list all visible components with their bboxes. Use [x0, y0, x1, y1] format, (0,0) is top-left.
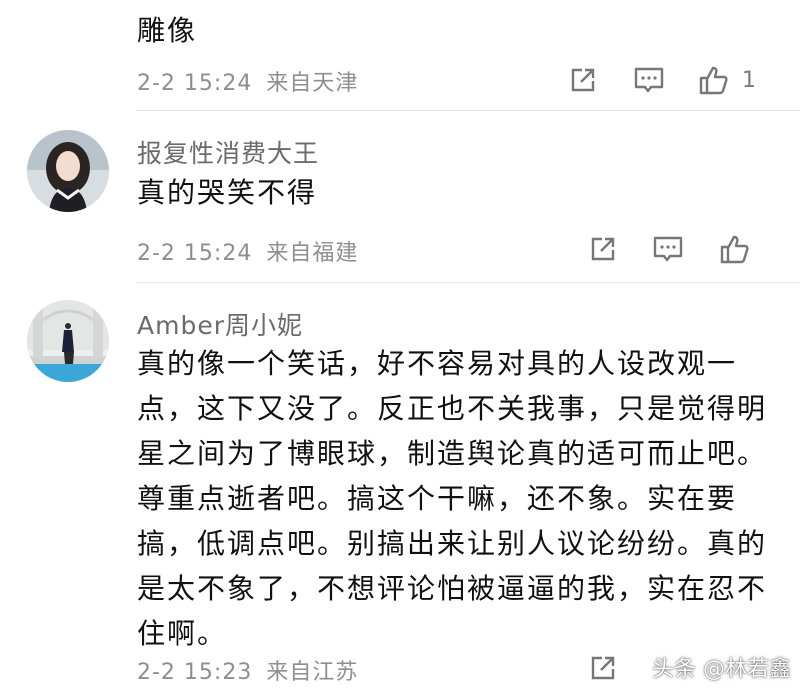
watermark: 头条 @林若鑫 [652, 657, 791, 682]
comment-text-line: 点，这下又没了。反正也不关我事，只是觉得明 [137, 392, 768, 425]
divider [136, 110, 800, 111]
comment-icon[interactable] [650, 231, 686, 267]
avatar[interactable] [27, 130, 109, 212]
comment-time: 2-2 15:24 [137, 241, 253, 266]
comment-icon[interactable] [631, 62, 667, 98]
share-icon[interactable] [565, 62, 601, 98]
comment-text-line: 真的像一个笑话，好不容易对具的人设改观一 [137, 347, 738, 380]
thumbs-up-icon[interactable] [695, 62, 731, 98]
comment-text: 真的像一个笑话，好不容易对具的人设改观一 点，这下又没了。反正也不关我事，只是觉… [137, 341, 767, 656]
comment-list: ▔▔▔▔▔ ▔▔▔▔▔▔▔▔▔ ▔▔▔▔▔▔ 雕像 2-2 15:24 来自天津… [0, 0, 800, 696]
comment-meta: 2-2 15:23 来自江苏 [137, 654, 358, 686]
like-count: 1 [742, 68, 756, 93]
comment-meta: 2-2 15:24 来自福建 [137, 235, 358, 267]
comment-actions [520, 231, 800, 271]
avatar[interactable] [27, 300, 109, 382]
divider [136, 282, 800, 283]
comment-text-line: 是太不象了，不想评论怕被逼逼的我，实在忍不 [137, 572, 768, 605]
comment-text-line: 搞，低调点吧。别搞出来让别人议论纷纷。真的 [137, 527, 768, 560]
comment-meta: 2-2 15:24 来自天津 [137, 65, 358, 97]
comment-text-line: 尊重点逝者吧。搞这个干嘛，还不象。实在要 [137, 482, 738, 515]
comment-text: 雕像 [137, 14, 198, 47]
comment-location: 来自天津 [266, 71, 359, 96]
share-icon[interactable] [585, 231, 621, 267]
comment-location: 来自福建 [266, 241, 359, 266]
comment-actions: 1 [520, 62, 800, 102]
thumbs-up-icon[interactable] [716, 231, 752, 267]
comment-time: 2-2 15:23 [137, 660, 253, 685]
comment-text-line: 星之间为了博眼球，制造舆论真的适可而止吧。 [137, 437, 768, 470]
comment-author[interactable]: 报复性消费大王 [137, 134, 319, 170]
comment-time: 2-2 15:24 [137, 71, 253, 96]
comment-text: 真的哭笑不得 [137, 176, 318, 209]
comment-author[interactable]: Amber周小妮 [137, 306, 303, 342]
comment-location: 来自江苏 [266, 660, 359, 685]
share-icon[interactable] [585, 650, 621, 686]
